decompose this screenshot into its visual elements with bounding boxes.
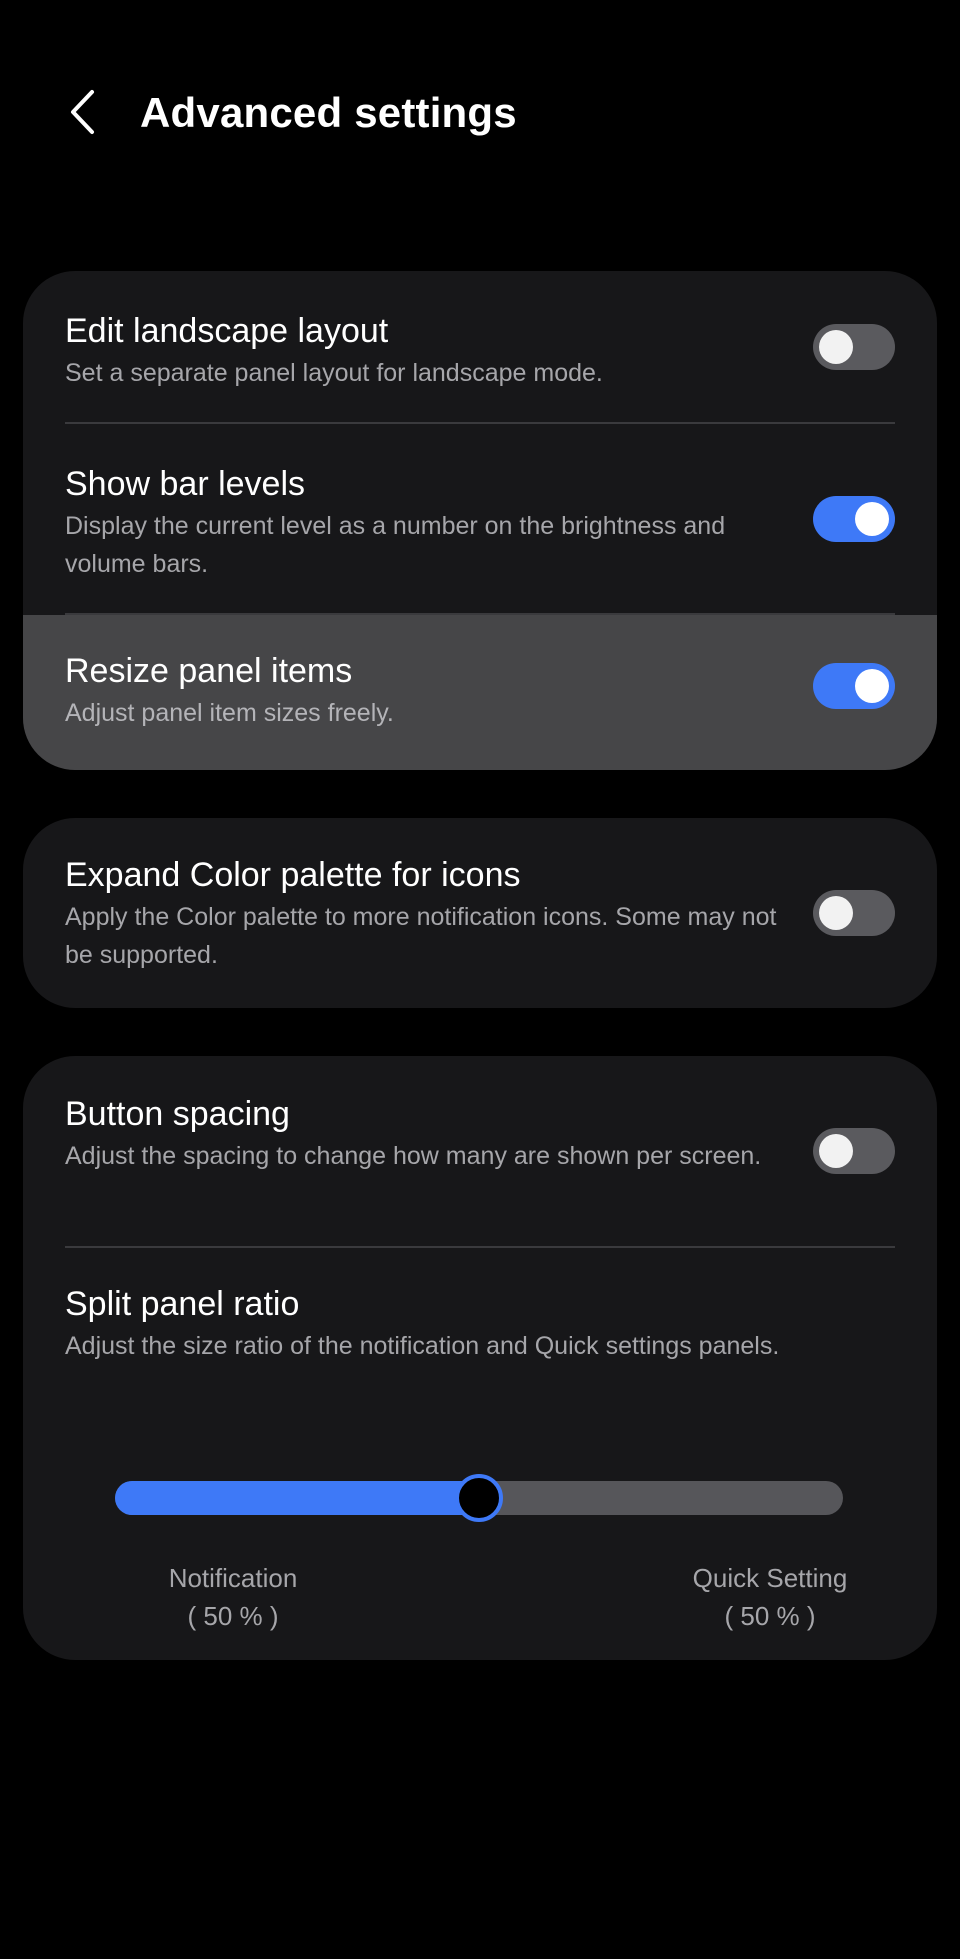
setting-title: Show bar levels — [65, 465, 306, 503]
settings-card-panel: Edit landscape layout Set a separate pan… — [23, 271, 937, 770]
setting-description: Set a separate panel layout for landscap… — [65, 359, 603, 387]
chevron-left-icon — [71, 90, 94, 134]
setting-row-button-spacing[interactable]: Button spacing Adjust the spacing to cha… — [23, 1056, 937, 1246]
toggle-knob — [855, 502, 889, 536]
toggle-knob — [819, 896, 853, 930]
setting-title: Expand Color palette for icons — [65, 856, 521, 894]
setting-description: Adjust panel item sizes freely. — [65, 699, 394, 727]
toggle-knob — [819, 1134, 853, 1168]
setting-description: Adjust the spacing to change how many ar… — [65, 1142, 762, 1170]
back-button[interactable] — [58, 80, 108, 144]
toggle-knob — [819, 330, 853, 364]
settings-card-layout: Button spacing Adjust the spacing to cha… — [23, 1056, 937, 1660]
setting-title: Button spacing — [65, 1095, 290, 1133]
notification-ratio-value: ( 50 % ) — [187, 1601, 279, 1631]
page-title: Advanced settings — [140, 89, 517, 136]
slider-thumb[interactable] — [455, 1474, 503, 1522]
edit-landscape-layout-toggle[interactable] — [813, 324, 895, 370]
slider-fill — [115, 1481, 479, 1515]
notification-ratio-label: Notification — [168, 1563, 298, 1593]
resize-panel-items-toggle[interactable] — [813, 663, 895, 709]
setting-row-expand-color-palette[interactable]: Expand Color palette for icons Apply the… — [23, 818, 937, 1008]
quick-setting-ratio-label: Quick Setting — [692, 1563, 848, 1593]
setting-title: Split panel ratio — [65, 1285, 300, 1323]
setting-title: Edit landscape layout — [65, 312, 389, 350]
setting-description: Apply the Color palette to more notifica… — [65, 903, 777, 969]
quick-setting-ratio-value: ( 50 % ) — [724, 1601, 816, 1631]
setting-description: Display the current level as a number on… — [65, 512, 726, 578]
toggle-knob — [855, 669, 889, 703]
setting-title: Resize panel items — [65, 652, 353, 690]
app-header: Advanced settings — [0, 0, 960, 230]
setting-row-show-bar-levels[interactable]: Show bar levels Display the current leve… — [23, 424, 937, 613]
setting-row-resize-panel-items[interactable]: Resize panel items Adjust panel item siz… — [23, 615, 937, 770]
setting-row-edit-landscape-layout[interactable]: Edit landscape layout Set a separate pan… — [23, 271, 937, 423]
settings-card-icons: Expand Color palette for icons Apply the… — [23, 818, 937, 1008]
split-panel-ratio-slider[interactable] — [115, 1474, 843, 1522]
button-spacing-toggle[interactable] — [813, 1128, 895, 1174]
show-bar-levels-toggle[interactable] — [813, 496, 895, 542]
expand-color-palette-toggle[interactable] — [813, 890, 895, 936]
setting-description: Adjust the size ratio of the notificatio… — [65, 1332, 780, 1360]
